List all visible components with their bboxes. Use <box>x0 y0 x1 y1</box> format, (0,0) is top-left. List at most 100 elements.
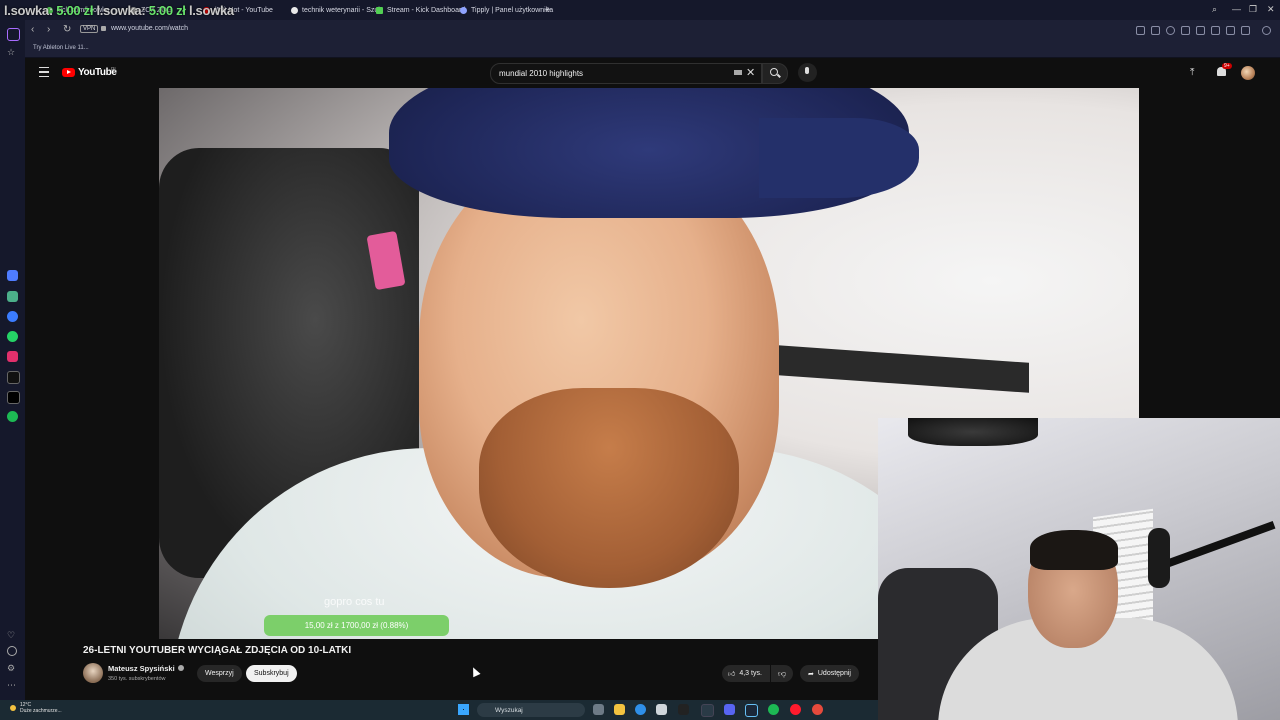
snapshot-icon[interactable] <box>1166 26 1175 35</box>
discord-icon[interactable] <box>724 704 735 715</box>
tab-label: technik weterynarii - Szuk <box>302 6 382 14</box>
more-icon[interactable]: ⋯ <box>7 680 18 691</box>
heart-icon[interactable]: ♡ <box>7 630 18 641</box>
search-tabs-icon[interactable]: ⌕ <box>1212 4 1217 15</box>
heart-icon[interactable] <box>1196 26 1205 35</box>
weather-desc: Duże zachmurze... <box>20 708 62 714</box>
extension-icon[interactable] <box>1241 26 1250 35</box>
search-query: mundial 2010 highlights <box>499 69 584 78</box>
opera-gx-icon[interactable] <box>812 704 823 715</box>
search-icon <box>770 68 778 76</box>
menu-icon[interactable] <box>1226 26 1235 35</box>
messenger-icon[interactable] <box>7 311 18 322</box>
play-icon[interactable] <box>1181 26 1190 35</box>
bookmarks-bar: Try Ableton Live 11... <box>25 41 1280 58</box>
reload-icon[interactable]: ↻ <box>63 24 71 35</box>
tiktok-icon[interactable] <box>7 371 20 384</box>
bookmark-item[interactable]: Try Ableton Live 11... <box>33 45 89 51</box>
task-view-icon[interactable] <box>593 704 604 715</box>
clear-search-icon[interactable]: ✕ <box>746 66 755 79</box>
app-icon[interactable] <box>701 704 714 717</box>
upload-icon[interactable]: ⤒ <box>1190 67 1194 78</box>
google-icon <box>291 6 298 14</box>
profile-icon[interactable] <box>1262 26 1271 35</box>
address-bar-row: ‹ › ↻ VPN www.youtube.com/watch <box>25 20 1280 41</box>
kick-icon <box>376 6 383 14</box>
bookmarks-icon[interactable]: ☆ <box>7 47 18 58</box>
close-window-icon[interactable]: ✕ <box>1267 4 1275 15</box>
tipply-icon <box>460 6 467 14</box>
video-watermark: gopro cos tu <box>324 596 385 608</box>
video-cap-brim <box>759 118 919 198</box>
aria-icon[interactable] <box>7 270 18 281</box>
chatgpt-icon[interactable] <box>7 291 18 302</box>
minimize-icon[interactable]: — <box>1232 4 1241 14</box>
camera-icon[interactable] <box>1151 26 1160 35</box>
thumbs-down-icon: 👎︎ <box>777 668 787 678</box>
search-input[interactable]: mundial 2010 highlights ✕ <box>490 63 762 84</box>
edge-icon[interactable] <box>635 704 646 715</box>
spotify-icon[interactable] <box>7 411 18 422</box>
home-icon[interactable] <box>7 28 20 41</box>
tab-tipply[interactable]: Tipply | Panel użytkownika <box>460 2 553 18</box>
subscribe-button[interactable]: Subskrybuj <box>246 665 297 682</box>
forward-icon[interactable]: › <box>47 24 50 35</box>
webcam-lamp <box>908 418 1038 446</box>
youtube-logo[interactable]: YouTube <box>62 67 117 78</box>
history-icon[interactable] <box>7 646 17 656</box>
dislike-button[interactable]: 👎︎ <box>771 665 793 682</box>
spotify-icon[interactable] <box>768 704 779 715</box>
opera-icon[interactable] <box>790 704 801 715</box>
hamburger-menu-icon[interactable] <box>39 67 49 77</box>
start-icon[interactable] <box>458 704 469 715</box>
steam-icon[interactable] <box>745 704 758 717</box>
weather-widget[interactable]: 12°C Duże zachmurze... <box>20 702 62 714</box>
whatsapp-icon[interactable] <box>7 331 18 342</box>
overlay-amount: 5.00 zł <box>148 3 186 18</box>
video-shelf <box>749 343 1029 393</box>
store-icon[interactable] <box>656 704 667 715</box>
url-field[interactable]: www.youtube.com/watch <box>111 25 188 32</box>
vpn-badge[interactable]: VPN <box>80 25 99 33</box>
keyboard-icon[interactable] <box>734 70 742 75</box>
share-button[interactable]: ➦ Udostępnij <box>800 665 859 682</box>
youtube-play-icon <box>62 68 75 77</box>
settings-icon[interactable]: ⚙ <box>7 663 18 674</box>
like-button[interactable]: 👍︎ 4,3 tys. <box>722 665 770 682</box>
file-explorer-icon[interactable] <box>614 704 625 715</box>
notifications-badge: 9+ <box>1222 63 1232 69</box>
thumbs-up-icon: 👍︎ <box>728 671 736 678</box>
screenshot-icon[interactable] <box>1136 26 1145 35</box>
support-button[interactable]: Wesprzyj <box>197 665 242 682</box>
instagram-icon[interactable] <box>7 351 18 362</box>
donation-goal-bar: 15,00 zł z 1700,00 zł (0.88%) <box>264 615 449 636</box>
new-tab-button[interactable]: + <box>545 2 551 18</box>
taskbar-search[interactable]: Wyszukaj <box>477 703 585 717</box>
tab-google-search[interactable]: technik weterynarii - Szuk <box>291 2 382 18</box>
terminal-icon[interactable] <box>678 704 689 715</box>
search-button[interactable] <box>762 63 788 84</box>
overlay-user: l.sowka: <box>96 3 146 18</box>
download-icon[interactable] <box>1211 26 1220 35</box>
webcam-person-hair <box>1030 530 1118 570</box>
taskbar-search-placeholder: Wyszukaj <box>495 706 523 714</box>
back-icon[interactable]: ‹ <box>31 24 34 35</box>
opera-sidebar: ☆ ♡ ⚙ ⋯ <box>0 20 25 700</box>
restore-icon[interactable]: ❐ <box>1249 4 1257 15</box>
webcam-overlay <box>878 418 1280 720</box>
voice-search-button[interactable] <box>798 63 817 82</box>
account-avatar[interactable] <box>1241 66 1255 80</box>
verified-icon <box>178 665 184 671</box>
channel-avatar[interactable] <box>83 663 103 683</box>
tab-label: Stream - Kick Dashboard <box>387 6 466 14</box>
overlay-user: l.sowka: <box>4 3 53 18</box>
donation-goal-text: 15,00 zł z 1700,00 zł (0.88%) <box>304 621 409 630</box>
lock-icon[interactable] <box>101 26 106 31</box>
stream-donation-overlay: l.sowka: 5.00 zł l.sowka: 5.00 zł l.sowk… <box>4 3 234 18</box>
tab-kick-dashboard[interactable]: Stream - Kick Dashboard <box>376 2 465 18</box>
youtube-header: YouTube PL mundial 2010 highlights ✕ ⤒ 9… <box>25 58 1280 88</box>
channel-name[interactable]: Mateusz Spysiński <box>108 664 175 673</box>
x-icon[interactable] <box>7 391 20 404</box>
mouse-cursor-icon <box>469 665 481 678</box>
video-title: 26-LETNI YOUTUBER WYCIĄGAŁ ZDJĘCIA OD 10… <box>83 645 352 656</box>
